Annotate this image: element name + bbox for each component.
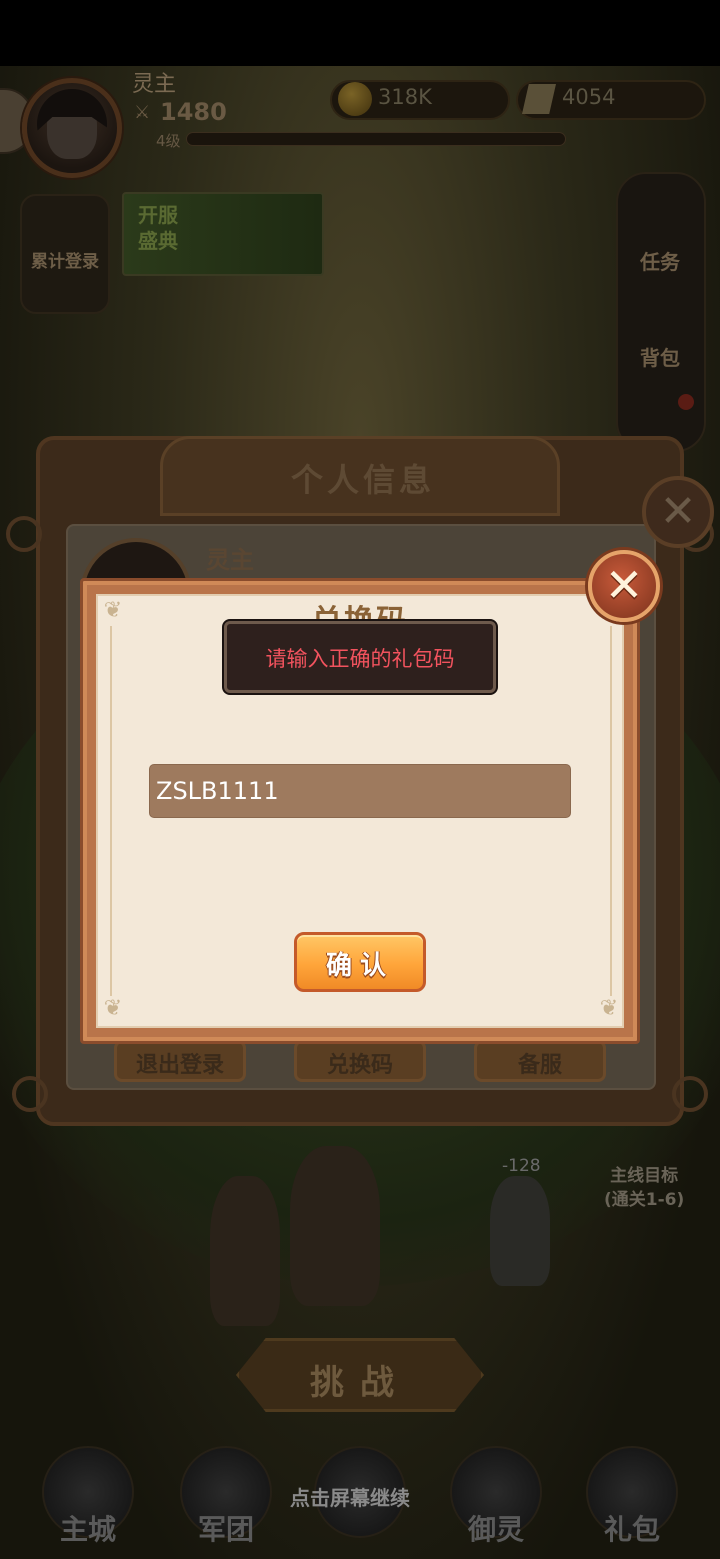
nav-item-gift-shop[interactable]: 礼包	[572, 1442, 692, 1552]
player-hud: 灵主 ⚔ 1480 4级 318K 4054	[0, 66, 720, 186]
damage-number: -128	[502, 1156, 541, 1176]
logout-label: 退出登录	[135, 1053, 224, 1078]
info-panel-titlebar: 个人信息	[160, 436, 560, 516]
gold-value: 318K	[378, 85, 432, 109]
backup-server-label: 备服	[517, 1053, 562, 1078]
confirm-button[interactable]: 确认	[294, 932, 426, 992]
frame-ornament	[6, 516, 42, 552]
gold-coin-icon	[338, 82, 372, 116]
frame-ornament	[672, 1076, 708, 1112]
mainline-goal-title: 主线目标	[610, 1166, 679, 1186]
confirm-label: 确认	[325, 951, 394, 981]
player-name: 灵主	[132, 72, 177, 97]
gem-value: 4054	[562, 85, 616, 109]
info-close-button[interactable]: ✕	[642, 476, 714, 548]
nav-label: 礼包	[603, 1513, 660, 1546]
redeem-code-dialog: ❦ ❦ ❦ ❦ 兑换码 确认 请输入正确的礼包码 ✕	[80, 550, 660, 1044]
level-label: 4级	[156, 132, 181, 150]
cumulative-login-button[interactable]: 累计登录	[20, 194, 110, 314]
cumulative-login-label: 累计登录	[31, 252, 99, 272]
error-toast: 请输入正确的礼包码	[224, 621, 496, 693]
backpack-label[interactable]: 背包	[640, 342, 680, 371]
info-panel-title: 个人信息	[290, 461, 435, 499]
mainline-goal-stage: (通关1-6)	[604, 1190, 685, 1210]
nav-label: 军团	[197, 1513, 254, 1546]
close-icon: ✕	[659, 486, 697, 537]
notification-dot	[678, 394, 694, 410]
tasks-label[interactable]: 任务	[640, 246, 680, 275]
player-avatar[interactable]	[22, 78, 122, 178]
paper-border-line	[110, 626, 112, 996]
logout-button[interactable]: 退出登录	[114, 1040, 246, 1082]
nav-item-main-city[interactable]: 主城	[28, 1442, 148, 1552]
right-rail	[616, 172, 706, 452]
power-value: 1480	[160, 98, 227, 126]
challenge-label: 挑战	[310, 1363, 410, 1403]
challenge-button[interactable]: 挑战	[236, 1338, 484, 1412]
mainline-goal[interactable]: 主线目标 (通关1-6)	[604, 1164, 684, 1212]
dialog-close-button[interactable]: ✕	[588, 550, 660, 622]
nav-label: 御灵	[467, 1513, 524, 1546]
redeem-code-label: 兑换码	[326, 1053, 393, 1078]
exp-bar	[186, 132, 566, 146]
redeem-code-input[interactable]	[149, 764, 571, 818]
hero-character	[290, 1146, 380, 1306]
error-toast-text: 请输入正确的礼包码	[265, 647, 455, 671]
nav-item-spirit[interactable]: 御灵	[436, 1442, 556, 1552]
backup-server-button[interactable]: 备服	[474, 1040, 606, 1082]
redeem-code-button[interactable]: 兑换码	[294, 1040, 426, 1082]
tap-to-continue-hint[interactable]: 点击屏幕继续	[290, 1482, 410, 1511]
hero-character	[210, 1176, 280, 1326]
corner-ornament-icon: ❦	[103, 996, 123, 1021]
corner-ornament-icon: ❦	[599, 996, 619, 1021]
status-bar	[0, 0, 720, 66]
info-player-name: 灵主	[206, 546, 254, 574]
event-banner-label: 开服 盛典	[138, 203, 178, 253]
paper-border-line	[610, 626, 612, 996]
frame-ornament	[12, 1076, 48, 1112]
power-icon: ⚔	[134, 102, 151, 123]
nav-item-legion[interactable]: 军团	[166, 1442, 286, 1552]
event-banner[interactable]: 开服 盛典	[122, 192, 324, 276]
enemy-character	[490, 1176, 550, 1286]
nav-label: 主城	[59, 1513, 116, 1546]
close-icon: ✕	[604, 558, 644, 612]
